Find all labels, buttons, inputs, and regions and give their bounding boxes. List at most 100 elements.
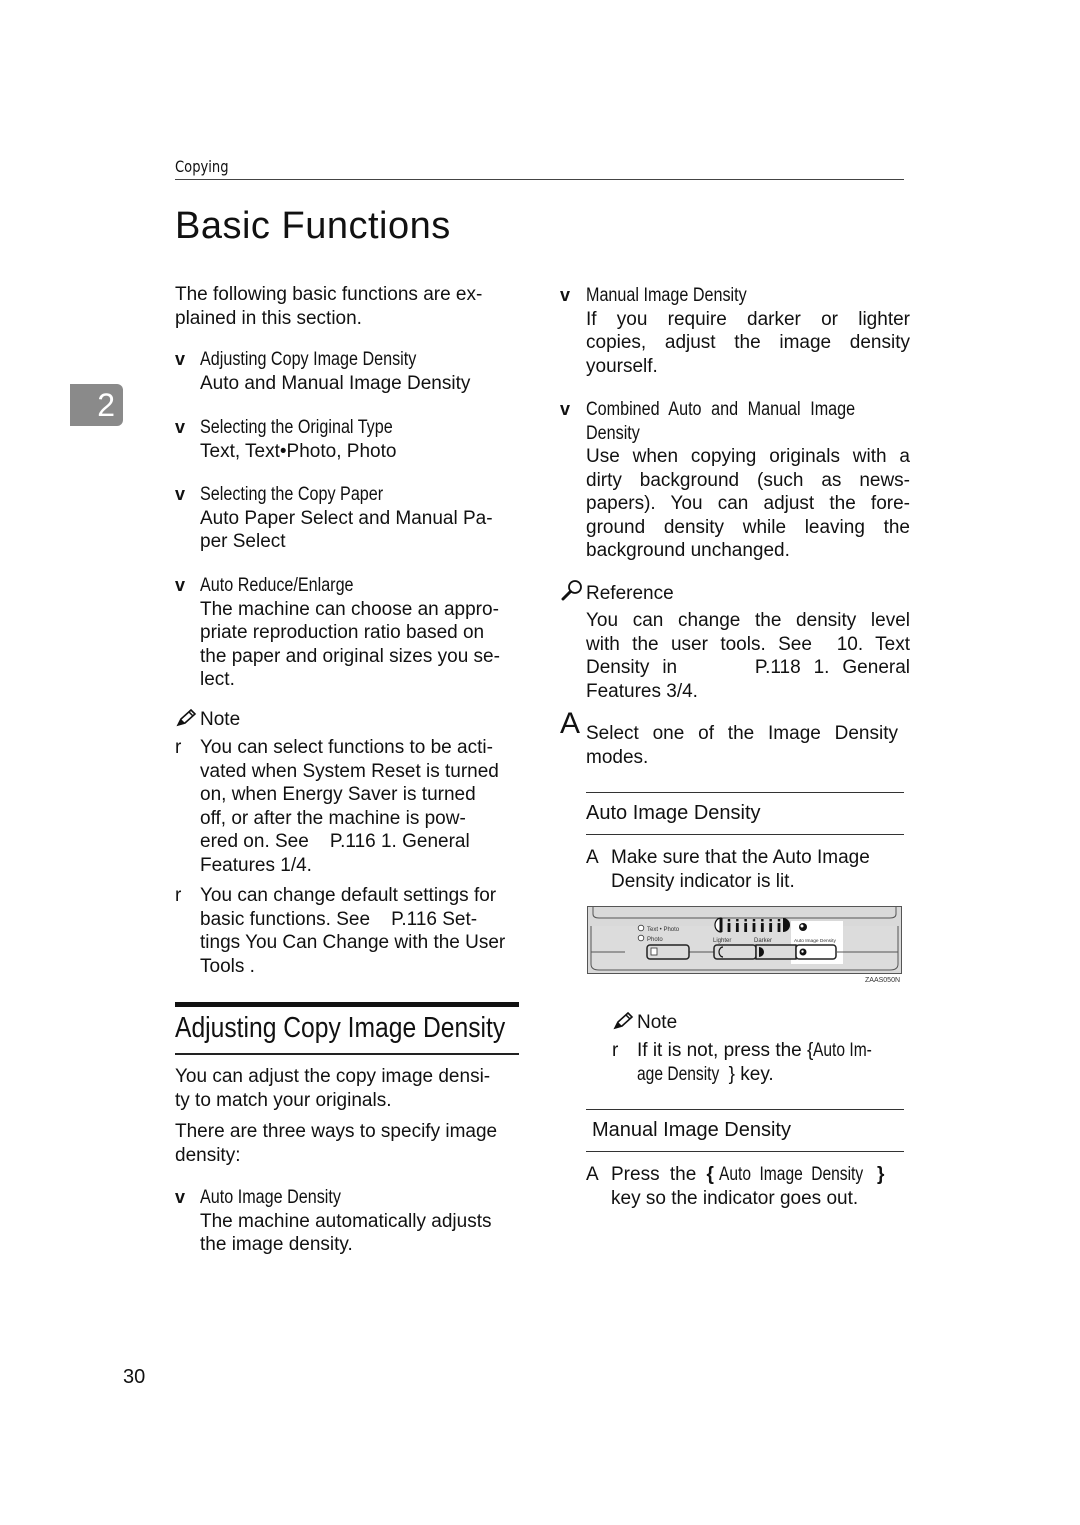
subsection-title: Auto Image Density <box>586 802 761 824</box>
reference-block: Reference You can change the density lev… <box>560 580 910 703</box>
note-label: Note <box>637 1012 678 1033</box>
subsection-rule-bottom <box>586 834 904 835</box>
function-title: Selecting the Original Type <box>200 417 393 438</box>
note-line: off, or after the machine is pow- <box>200 807 466 829</box>
method-desc: If you require darker or lighter <box>586 308 910 330</box>
reference-line: You can change the density level <box>586 610 910 631</box>
control-panel-illustration: Text • Photo Photo Lighter Darker Auto I… <box>587 906 902 974</box>
key-name: age Density <box>637 1063 720 1085</box>
density-level-bar <box>769 923 773 932</box>
density-level-dot <box>727 919 731 922</box>
subsection-rule-top <box>586 1109 904 1110</box>
step-block: A Select one of the Image Density modes. <box>560 709 910 769</box>
led-photo <box>637 934 645 942</box>
reference-line: Density in P.118 1. General <box>586 657 910 678</box>
function-title: Selecting the Copy Paper <box>200 484 384 505</box>
note-block: Note r You can select functions to be ac… <box>175 708 555 978</box>
label-lighter: Lighter <box>713 938 731 944</box>
reference-line: with the user tools. See 10. Text <box>586 633 910 655</box>
step-marker: A <box>586 847 599 868</box>
function-desc: Auto Paper Select and Manual Pa- <box>200 507 493 529</box>
step-text: Press the <box>611 1164 707 1185</box>
note-line: Tools . <box>200 955 255 977</box>
para-line: ty to match your originals. <box>175 1089 392 1111</box>
method-title: Auto Image Density <box>200 1187 341 1208</box>
method-title: Density <box>586 422 640 444</box>
method-title: Combined Auto and Manual Image <box>586 399 856 420</box>
label-auto-image-density: Auto Image Density <box>794 938 836 944</box>
method-desc: dirty background (such as news- <box>586 469 910 491</box>
function-desc: priate reproduction ratio based on <box>200 622 485 643</box>
step-line: Select one of the Image Density <box>586 723 898 744</box>
subsection-rule-bottom <box>586 1151 904 1152</box>
section-paragraph: You can adjust the copy image densi- ty … <box>175 1065 535 1112</box>
label-text-photo: Text • Photo <box>647 927 680 933</box>
page-title: Basic Functions <box>175 205 451 247</box>
step-line: modes. <box>586 746 649 768</box>
pencil-icon <box>176 708 197 727</box>
intro-line: The following basic functions are ex- <box>175 284 483 305</box>
note-text: key. <box>734 1063 774 1085</box>
header-rule <box>175 179 904 180</box>
note-line: Features 1/4. <box>200 854 312 876</box>
para-line: There are three ways to specify image <box>175 1121 498 1142</box>
note-marker: r <box>175 885 182 906</box>
key-bracket-close: } <box>877 1164 885 1185</box>
step-block: A Press the { Auto Image Density} key so… <box>586 1163 906 1210</box>
key-name: Auto Im- <box>813 1040 873 1061</box>
step-block: A Make sure that the Auto Image Density … <box>586 846 906 893</box>
function-item: v Adjusting Copy Image Density Auto and … <box>175 348 535 395</box>
control-panel-drawing: Text • Photo Photo Lighter Darker Auto I… <box>587 906 902 974</box>
density-method-item: v Combined Auto and Manual Image Density… <box>560 398 910 563</box>
step-line: key so the indicator goes out. <box>611 1187 859 1209</box>
density-level-bar <box>760 923 764 932</box>
bullet-v: v <box>175 1187 186 1207</box>
density-level-bar <box>735 923 739 932</box>
intro-paragraph: The following basic functions are ex- pl… <box>175 283 520 330</box>
step-line: Make sure that the Auto Image <box>611 847 870 868</box>
method-desc: Use when copying originals with a <box>586 446 910 467</box>
pencil-icon <box>613 1011 634 1030</box>
running-head: Copying <box>175 157 229 176</box>
density-method-item: v Manual Image Density If you require da… <box>560 284 910 378</box>
method-desc: The machine automatically adjusts <box>200 1210 492 1232</box>
label-photo: Photo <box>647 937 663 943</box>
function-item: v Selecting the Copy Paper Auto Paper Se… <box>175 483 535 554</box>
label-darker: Darker <box>754 938 772 944</box>
section-rule-top <box>175 1002 519 1007</box>
step-line: Density indicator is lit. <box>611 870 795 892</box>
method-desc: background unchanged. <box>586 540 790 561</box>
function-desc: Auto and Manual Image Density <box>200 372 471 394</box>
method-desc: ground density while leaving the <box>586 516 910 538</box>
note-line: tings You Can Change with the User <box>200 932 506 953</box>
function-desc: The machine can choose an appro- <box>200 598 499 620</box>
para-line: You can adjust the copy image densi- <box>175 1066 491 1087</box>
method-title: Manual Image Density <box>586 285 747 306</box>
section-rule-bottom <box>175 1053 519 1055</box>
density-level-bar <box>727 923 731 932</box>
method-desc: papers). You can adjust the fore- <box>586 493 910 514</box>
figure-code: ZAAS050N <box>865 977 901 984</box>
lighter-key <box>713 944 757 960</box>
density-level-dot <box>769 919 772 922</box>
density-level-bar <box>744 923 748 932</box>
note-line: on, when Energy Saver is turned <box>200 784 476 805</box>
page-number: 30 <box>123 1366 146 1388</box>
reference-label: Reference <box>586 583 674 604</box>
subsection-title: Manual Image Density <box>592 1119 791 1141</box>
note-line: You can select functions to be acti- <box>200 737 493 758</box>
step-marker: A <box>560 707 581 740</box>
section-title-text: Adjusting Copy Image Density <box>175 1012 506 1044</box>
bullet-v: v <box>175 484 186 504</box>
note-marker: r <box>175 737 182 758</box>
function-desc: lect. <box>200 669 235 690</box>
density-level-bar <box>752 923 756 932</box>
section-title: Adjusting Copy Image Density <box>175 1012 563 1045</box>
chapter-tab: 2 <box>70 384 123 426</box>
density-level-bar <box>777 923 781 932</box>
bullet-v: v <box>560 285 571 305</box>
function-item: v Auto Reduce/Enlarge The machine can ch… <box>175 574 535 692</box>
section-paragraph: There are three ways to specify image de… <box>175 1120 535 1167</box>
density-method-item: v Auto Image Density The machine automat… <box>175 1186 535 1257</box>
density-level-dot <box>752 919 756 922</box>
